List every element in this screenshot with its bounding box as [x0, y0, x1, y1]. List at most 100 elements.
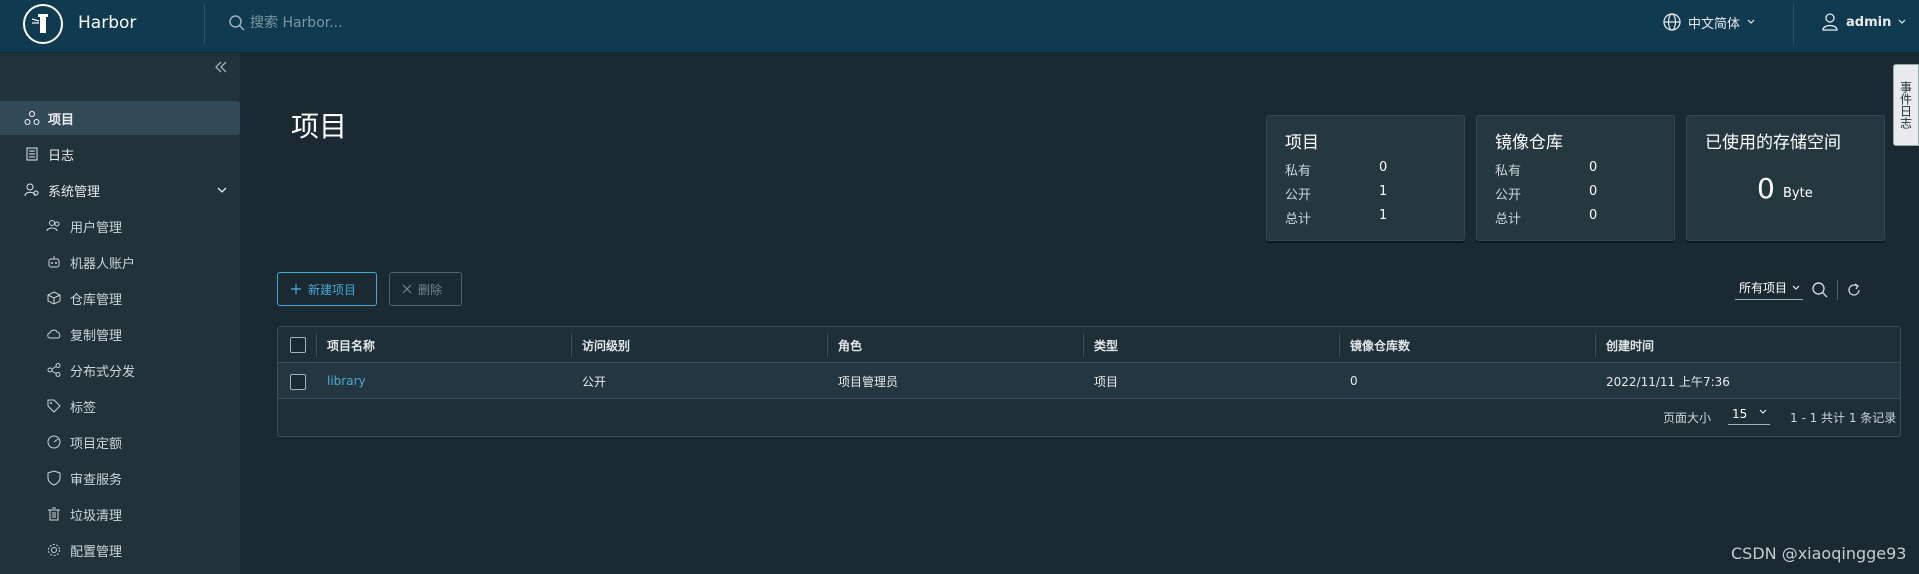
watermark: CSDN @xiaoqingge93 — [1731, 544, 1907, 563]
card-row-value: 1 — [1379, 184, 1388, 199]
sidebar-item-label: 标签 — [70, 400, 97, 416]
close-icon — [402, 284, 412, 294]
harbor-logo-icon[interactable] — [23, 4, 63, 44]
search-icon[interactable] — [1811, 281, 1829, 299]
new-project-label: 新建项目 — [308, 282, 357, 297]
card-title: 项目 — [1285, 133, 1319, 153]
header-divider — [204, 4, 205, 44]
sidebar-item-label: 垃圾清理 — [70, 508, 123, 524]
project-filter-bar: 所有项目 — [1735, 279, 1862, 300]
globe-icon — [1663, 13, 1681, 31]
sidebar-item-robots[interactable]: 机器人账户 — [0, 245, 240, 279]
tag-icon — [46, 398, 62, 414]
sidebar-item-config[interactable]: 配置管理 — [0, 533, 240, 567]
card-row-value: 0 — [1589, 184, 1598, 199]
column-header-repo-count[interactable]: 镜像仓库数 — [1339, 333, 1410, 357]
created-time-cell: 2022/11/11 上午7:36 — [1606, 374, 1730, 389]
gear-icon — [46, 542, 62, 558]
card-row-value: 1 — [1379, 208, 1388, 223]
chevron-down-icon — [1747, 19, 1755, 24]
collapse-sidebar-button[interactable] — [214, 60, 228, 78]
sidebar-item-users[interactable]: 用户管理 — [0, 209, 240, 243]
column-header-created[interactable]: 创建时间 — [1595, 333, 1654, 357]
sidebar-item-label: 系统管理 — [48, 184, 101, 200]
page-size-select[interactable]: 15 — [1728, 407, 1770, 425]
shield-icon — [46, 470, 62, 486]
sidebar-item-label: 配置管理 — [70, 544, 123, 560]
language-selector[interactable]: 中文简体 — [1662, 12, 1756, 32]
card-title: 镜像仓库 — [1495, 133, 1563, 153]
trash-icon — [46, 506, 62, 522]
repositories-summary-card: 镜像仓库 私有 0 公开 0 总计 0 — [1476, 115, 1675, 241]
sidebar: 项目 日志 系统管理 用户管理 机器人账户 仓库管理 复制管理 分布式分发 标签… — [0, 53, 240, 574]
card-row-value: 0 — [1589, 160, 1598, 175]
sidebar-item-interrogation[interactable]: 审查服务 — [0, 461, 240, 495]
card-row-label: 总计 — [1285, 212, 1312, 227]
chevron-down-icon — [1898, 19, 1906, 24]
sidebar-item-registries[interactable]: 仓库管理 — [0, 281, 240, 315]
new-project-button[interactable]: 新建项目 — [277, 272, 377, 306]
sidebar-item-label: 机器人账户 — [70, 256, 136, 272]
storage-value: 0 — [1757, 172, 1775, 205]
sidebar-item-label: 复制管理 — [70, 328, 123, 344]
table-footer: 页面大小 15 1 - 1 共计 1 条记录 — [278, 399, 1900, 436]
page-title: 项目 — [291, 110, 348, 143]
sidebar-item-quotas[interactable]: 项目定额 — [0, 425, 240, 459]
double-chevron-left-icon — [215, 61, 227, 73]
card-row-label: 私有 — [1495, 164, 1522, 179]
chevron-down-icon — [1759, 409, 1767, 414]
column-header-role[interactable]: 角色 — [827, 333, 862, 357]
project-name-link[interactable]: library — [317, 363, 366, 399]
sidebar-item-logs[interactable]: 日志 — [0, 137, 240, 171]
table-header: 项目名称 访问级别 角色 类型 镜像仓库数 创建时间 — [278, 327, 1900, 363]
sidebar-item-replication[interactable]: 复制管理 — [0, 317, 240, 351]
card-row-label: 公开 — [1285, 188, 1312, 203]
sidebar-item-projects[interactable]: 项目 — [0, 101, 240, 135]
top-header: Harbor 中文简体 admin — [0, 0, 1919, 53]
replication-icon — [46, 326, 62, 342]
access-level-cell: 公开 — [582, 374, 607, 389]
repo-count-cell: 0 — [1350, 374, 1358, 388]
admin-icon — [24, 182, 40, 198]
card-row-value: 0 — [1379, 160, 1388, 175]
user-menu[interactable]: admin — [1820, 12, 1907, 32]
sidebar-item-label: 审查服务 — [70, 472, 123, 488]
page-size-label: 页面大小 — [1663, 411, 1712, 425]
distribution-icon — [46, 362, 62, 378]
column-header-access[interactable]: 访问级别 — [571, 333, 630, 357]
projects-icon — [24, 110, 40, 126]
sidebar-item-tags[interactable]: 标签 — [0, 389, 240, 423]
search-icon — [229, 15, 245, 31]
language-label: 中文简体 — [1688, 16, 1741, 32]
card-row-label: 公开 — [1495, 188, 1522, 203]
card-row-label: 总计 — [1495, 212, 1522, 227]
sidebar-item-gc[interactable]: 垃圾清理 — [0, 497, 240, 531]
pagination-summary: 1 - 1 共计 1 条记录 — [1790, 411, 1897, 425]
sidebar-item-label: 日志 — [48, 148, 75, 164]
header-divider — [1793, 4, 1794, 44]
users-icon — [46, 218, 62, 234]
page-size-value: 15 — [1732, 407, 1748, 421]
column-header-type[interactable]: 类型 — [1083, 333, 1118, 357]
project-filter-select[interactable]: 所有项目 — [1735, 279, 1804, 300]
search-input[interactable] — [250, 15, 510, 31]
registry-icon — [46, 290, 62, 306]
refresh-icon[interactable] — [1846, 282, 1862, 298]
brand-name[interactable]: Harbor — [78, 13, 136, 33]
row-checkbox[interactable] — [290, 374, 306, 390]
robot-icon — [46, 254, 62, 270]
quota-icon — [46, 434, 62, 450]
global-search[interactable] — [228, 10, 528, 36]
sidebar-item-admin[interactable]: 系统管理 — [0, 173, 240, 207]
toolbar-divider — [1837, 279, 1839, 300]
sidebar-item-distribution[interactable]: 分布式分发 — [0, 353, 240, 387]
card-row-label: 私有 — [1285, 164, 1312, 179]
delete-button[interactable]: 删除 — [389, 272, 462, 306]
table-row[interactable]: library 公开 项目管理员 项目 0 2022/11/11 上午7:36 — [278, 363, 1900, 399]
select-all-checkbox[interactable] — [290, 337, 306, 353]
chevron-down-icon — [216, 184, 228, 200]
chevron-down-icon — [1792, 285, 1800, 290]
storage-unit: Byte — [1783, 186, 1813, 201]
column-header-name[interactable]: 项目名称 — [316, 333, 375, 357]
event-log-side-tab[interactable]: 事件日志 — [1893, 64, 1919, 146]
